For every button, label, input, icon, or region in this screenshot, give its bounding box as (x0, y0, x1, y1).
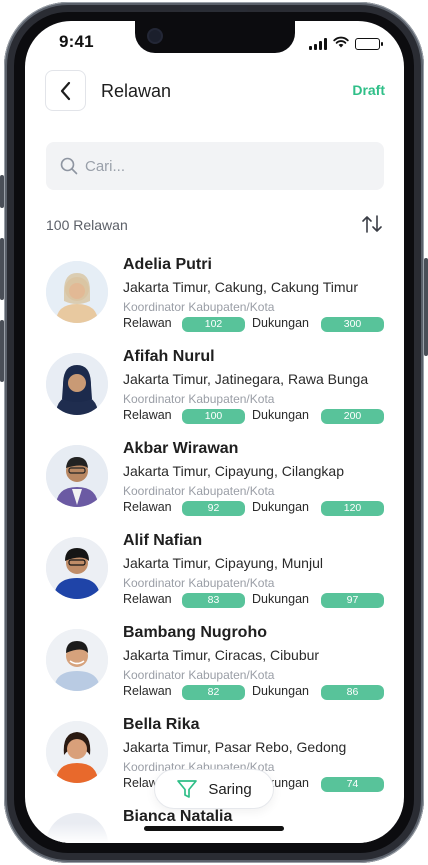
search-icon (60, 157, 78, 175)
sort-icon (362, 215, 382, 233)
item-role: Koordinator Kabupaten/Kota (123, 300, 275, 314)
dukungan-count-badge: 200 (321, 409, 384, 424)
item-location: Jakarta Timur, Ciracas, Cibubur (123, 647, 320, 663)
app-header: Relawan Draft (45, 70, 385, 112)
item-name: Alif Nafian (123, 532, 203, 549)
back-button[interactable] (45, 70, 86, 111)
relawan-count-badge: 82 (182, 685, 245, 700)
relawan-count-badge: 83 (182, 593, 245, 608)
dukungan-count-badge: 86 (321, 685, 384, 700)
relawan-label: Relawan (123, 684, 172, 698)
list-item[interactable]: Adelia Putri Jakarta Timur, Cakung, Caku… (46, 256, 391, 348)
phone-device: 9:41 Relawan Draft Cari... 100 Relawan A… (0, 0, 428, 865)
cellular-signal-icon (309, 38, 327, 50)
dukungan-count-badge: 120 (321, 501, 384, 516)
dukungan-label: Dukungan (252, 408, 309, 422)
camera-icon (147, 28, 163, 44)
relawan-count-badge: 102 (182, 317, 245, 332)
draft-button[interactable]: Draft (352, 82, 385, 98)
relawan-label: Relawan (123, 500, 172, 514)
item-stats: Relawan 83 Dukungan 97 (123, 592, 393, 608)
list-item[interactable]: Alif Nafian Jakarta Timur, Cipayung, Mun… (46, 532, 391, 624)
status-icons (309, 35, 383, 53)
item-name: Adelia Putri (123, 256, 212, 273)
battery-icon (355, 38, 383, 50)
dukungan-label: Dukungan (252, 316, 309, 330)
app-screen: 9:41 Relawan Draft Cari... 100 Relawan A… (25, 21, 404, 843)
dukungan-label: Dukungan (252, 592, 309, 606)
item-stats: Relawan 82 Dukungan 86 (123, 684, 393, 700)
item-name: Afifah Nurul (123, 348, 215, 365)
item-location: Jakarta Timur, Jatinegara, Rawa Bunga (123, 371, 369, 387)
speaker-grille (180, 6, 248, 12)
relawan-count-badge: 92 (182, 501, 245, 516)
sort-button[interactable] (361, 214, 383, 239)
relawan-label: Relawan (123, 592, 172, 606)
chevron-left-icon (60, 81, 70, 100)
silent-switch (0, 175, 4, 208)
relawan-label: Relawan (123, 316, 172, 330)
item-name: Bambang Nugroho (123, 624, 267, 641)
item-role: Koordinator Kabupaten/Kota (123, 392, 275, 406)
filter-icon (177, 780, 198, 798)
dukungan-count-badge: 97 (321, 593, 384, 608)
filter-button[interactable]: Saring (154, 769, 274, 809)
avatar (46, 445, 108, 507)
list-item[interactable]: Afifah Nurul Jakarta Timur, Jatinegara, … (46, 348, 391, 440)
power-button (424, 258, 428, 356)
avatar (46, 721, 108, 783)
volunteer-count: 100 Relawan (46, 217, 128, 233)
item-role: Koordinator Kabupaten/Kota (123, 576, 275, 590)
avatar (46, 629, 108, 691)
dukungan-count-badge: 300 (321, 317, 384, 332)
dukungan-label: Dukungan (252, 684, 309, 698)
list-item[interactable]: Bambang Nugroho Jakarta Timur, Ciracas, … (46, 624, 391, 716)
home-indicator (144, 826, 284, 831)
volume-up-button (0, 238, 4, 300)
item-role: Koordinator Kabupaten/Kota (123, 484, 275, 498)
item-stats: Relawan 100 Dukungan 200 (123, 408, 393, 424)
item-location: Jakarta Timur, Pasar Rebo, Gedong (123, 739, 347, 755)
relawan-label: Relawan (123, 408, 172, 422)
search-input[interactable]: Cari... (46, 142, 384, 190)
volunteer-list: Adelia Putri Jakarta Timur, Cakung, Caku… (46, 256, 391, 843)
relawan-count-badge: 100 (182, 409, 245, 424)
item-stats: Relawan 92 Dukungan 120 (123, 500, 393, 516)
item-role: Koordinator Kabupaten/Kota (123, 668, 275, 682)
filter-label: Saring (208, 780, 252, 798)
avatar (46, 261, 108, 323)
wifi-icon (333, 35, 349, 53)
status-time: 9:41 (59, 32, 94, 51)
item-location: Jakarta Timur, Cipayung, Cilangkap (123, 463, 344, 479)
page-title: Relawan (101, 81, 172, 101)
avatar (46, 353, 108, 415)
volume-down-button (0, 320, 4, 382)
avatar (46, 537, 108, 599)
item-name: Bella Rika (123, 716, 200, 733)
list-item[interactable]: Akbar Wirawan Jakarta Timur, Cipayung, C… (46, 440, 391, 532)
item-name: Akbar Wirawan (123, 440, 239, 457)
item-location: Jakarta Timur, Cakung, Cakung Timur (123, 279, 358, 295)
notch (135, 21, 295, 53)
item-stats: Relawan 102 Dukungan 300 (123, 316, 393, 332)
item-location: Jakarta Timur, Cipayung, Munjul (123, 555, 323, 571)
search-placeholder: Cari... (85, 157, 126, 175)
dukungan-count-badge: 74 (321, 777, 384, 792)
dukungan-label: Dukungan (252, 500, 309, 514)
